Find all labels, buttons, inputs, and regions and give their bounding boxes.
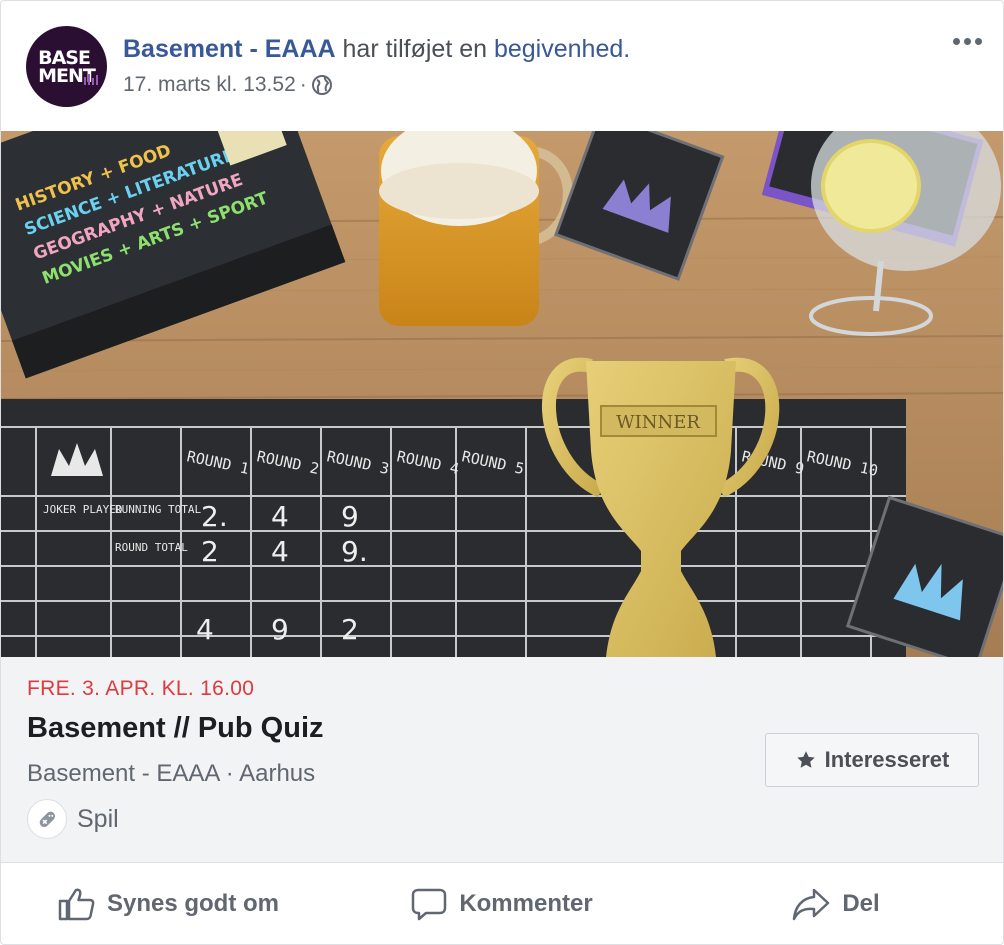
score-r2-c1: 2 xyxy=(201,535,219,568)
score-r1-c1: 2. xyxy=(201,500,228,533)
post-header: BASE MENT Basement - EAAA har tilføjet e… xyxy=(1,1,1003,131)
interested-label: Interesseret xyxy=(824,747,950,772)
event-info: FRE. 3. APR. KL. 16.00 Basement // Pub Q… xyxy=(1,657,1003,863)
event-category-label: Spil xyxy=(77,804,119,833)
cover-photo-illustration: HISTORY + FOOD SCIENCE + LITERATURE GEOG… xyxy=(1,131,1003,657)
event-category: Spil xyxy=(27,799,119,839)
post-actions-bar: Synes godt om Kommenter Del xyxy=(1,863,1003,944)
more-dots-icon[interactable] xyxy=(949,29,985,53)
score-r1-c3: 9 xyxy=(341,500,359,533)
event-title[interactable]: Basement // Pub Quiz xyxy=(27,712,324,745)
share-label: Del xyxy=(842,889,880,917)
game-controller-icon xyxy=(27,799,67,839)
comment-button[interactable]: Kommenter xyxy=(335,863,669,944)
post-headline: Basement - EAAA har tilføjet en begivenh… xyxy=(123,34,630,64)
share-icon xyxy=(793,888,830,920)
score-r3-c1: 4 xyxy=(196,613,214,646)
post-timestamp[interactable]: 17. marts kl. 13.52 xyxy=(123,73,296,97)
score-r1-c2: 4 xyxy=(271,500,289,533)
comment-label: Kommenter xyxy=(459,889,593,917)
row-label-round: ROUND TOTAL xyxy=(115,541,188,554)
interested-button[interactable]: Interesseret xyxy=(765,733,979,787)
star-icon xyxy=(796,751,815,768)
page-avatar[interactable]: BASE MENT xyxy=(26,26,107,107)
thumbs-up-icon xyxy=(58,888,95,920)
comment-icon xyxy=(412,888,447,920)
event-date: FRE. 3. APR. KL. 16.00 xyxy=(27,677,255,700)
event-location: Basement - EAAA · Aarhus xyxy=(27,760,316,787)
globe-icon[interactable] xyxy=(311,74,333,96)
score-r2-c2: 4 xyxy=(271,535,289,568)
share-button[interactable]: Del xyxy=(669,863,1003,944)
score-r3-c2: 9 xyxy=(271,613,289,646)
avatar-equalizer-icon xyxy=(84,74,98,85)
post-meta: 17. marts kl. 13.52 · xyxy=(123,73,333,97)
row-label-running: RUNNING TOTAL xyxy=(115,503,201,516)
cover-photo[interactable]: HISTORY + FOOD SCIENCE + LITERATURE GEOG… xyxy=(1,131,1003,657)
like-button[interactable]: Synes godt om xyxy=(1,863,335,944)
page-name-link[interactable]: Basement - EAAA xyxy=(123,35,336,63)
event-link[interactable]: begivenhed. xyxy=(494,35,630,63)
score-r2-c3: 9. xyxy=(341,535,368,568)
like-label: Synes godt om xyxy=(106,889,280,917)
trophy-winner-text: WINNER xyxy=(616,412,700,433)
score-r3-c3: 2 xyxy=(341,613,359,646)
event-post-card: BASE MENT Basement - EAAA har tilføjet e… xyxy=(0,0,1004,945)
meta-separator: · xyxy=(299,73,307,96)
post-action-text: har tilføjet en xyxy=(335,35,494,63)
row-label-joker: JOKER PLAYED xyxy=(43,503,122,516)
